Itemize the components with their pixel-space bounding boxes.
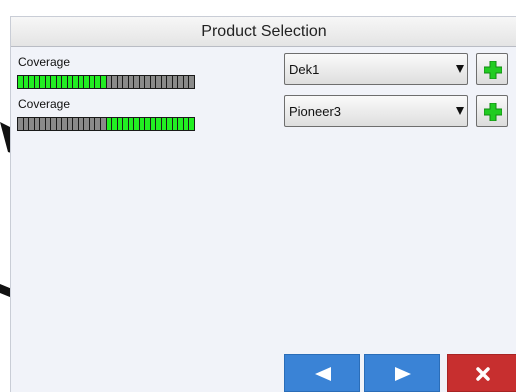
- coverage-segment-off: [67, 118, 73, 130]
- coverage-segment-on: [134, 118, 139, 130]
- next-button[interactable]: [364, 354, 440, 392]
- coverage-segment-off: [89, 118, 95, 130]
- coverage-segment-off: [178, 76, 183, 88]
- add-product-button-1[interactable]: [476, 53, 508, 85]
- x-icon: [476, 367, 490, 381]
- coverage-segment-on: [161, 118, 167, 130]
- plus-icon: [484, 61, 502, 79]
- dialog-title: Product Selection: [11, 17, 516, 47]
- coverage-segment-on: [73, 76, 78, 88]
- coverage-segment-off: [56, 118, 62, 130]
- product-select-2-value: Pioneer3: [289, 104, 342, 119]
- triangle-right-icon: [395, 367, 411, 381]
- coverage-segment-off: [112, 76, 117, 88]
- coverage-segment-on: [100, 76, 106, 88]
- coverage-segment-off: [18, 118, 23, 130]
- coverage-segment-off: [189, 76, 194, 88]
- coverage-segment-on: [178, 118, 183, 130]
- coverage-segment-on: [56, 76, 62, 88]
- coverage-segment-on: [78, 76, 84, 88]
- coverage-segment-on: [62, 76, 67, 88]
- coverage-segment-on: [29, 76, 34, 88]
- coverage-segment-off: [117, 76, 123, 88]
- dropdown-arrow-icon: [456, 107, 464, 115]
- coverage-segment-off: [73, 118, 78, 130]
- coverage-segment-off: [100, 118, 106, 130]
- coverage-segment-on: [106, 118, 112, 130]
- coverage-segment-on: [40, 76, 45, 88]
- coverage-segment-off: [34, 118, 40, 130]
- coverage-segment-on: [172, 118, 178, 130]
- dropdown-arrow-icon: [456, 65, 464, 73]
- coverage-segment-on: [183, 118, 189, 130]
- coverage-segment-off: [45, 118, 51, 130]
- coverage-segment-on: [89, 76, 95, 88]
- coverage-segment-off: [23, 118, 29, 130]
- coverage-segment-off: [139, 76, 145, 88]
- coverage-segment-on: [95, 76, 100, 88]
- plus-icon: [484, 103, 502, 121]
- coverage-segment-on: [18, 76, 23, 88]
- coverage-segment-on: [34, 76, 40, 88]
- coverage-segment-off: [128, 76, 134, 88]
- coverage-bar-1: [17, 75, 195, 89]
- product-select-1-value: Dek1: [289, 62, 320, 77]
- coverage-segment-on: [139, 118, 145, 130]
- previous-button[interactable]: [284, 354, 360, 392]
- coverage-segment-on: [145, 118, 150, 130]
- coverage-segment-off: [95, 118, 100, 130]
- close-button[interactable]: [447, 354, 516, 392]
- coverage-segment-off: [29, 118, 34, 130]
- coverage-segment-off: [106, 76, 112, 88]
- coverage-segment-on: [167, 118, 172, 130]
- coverage-segment-on: [84, 76, 89, 88]
- product-select-1[interactable]: Dek1: [284, 53, 468, 85]
- coverage-segment-off: [150, 76, 156, 88]
- coverage-segment-on: [117, 118, 123, 130]
- coverage-segment-off: [167, 76, 172, 88]
- coverage-segment-on: [189, 118, 194, 130]
- coverage-segment-on: [128, 118, 134, 130]
- coverage-segment-off: [134, 76, 139, 88]
- coverage-segment-on: [150, 118, 156, 130]
- coverage-segment-off: [161, 76, 167, 88]
- product-select-2[interactable]: Pioneer3: [284, 95, 468, 127]
- coverage-segment-off: [51, 118, 56, 130]
- coverage-segment-on: [51, 76, 56, 88]
- coverage-segment-on: [123, 118, 128, 130]
- coverage-segment-on: [23, 76, 29, 88]
- add-product-button-2[interactable]: [476, 95, 508, 127]
- coverage-segment-off: [183, 76, 189, 88]
- coverage-bar-2: [17, 117, 195, 131]
- coverage-label-2: Coverage: [18, 97, 71, 111]
- coverage-segment-off: [123, 76, 128, 88]
- coverage-segment-off: [78, 118, 84, 130]
- coverage-segment-off: [156, 76, 161, 88]
- coverage-segment-on: [112, 118, 117, 130]
- coverage-segment-off: [40, 118, 45, 130]
- triangle-left-icon: [315, 367, 331, 381]
- coverage-segment-off: [172, 76, 178, 88]
- coverage-segment-on: [67, 76, 73, 88]
- coverage-label-1: Coverage: [18, 55, 71, 69]
- coverage-segment-on: [45, 76, 51, 88]
- coverage-segment-off: [62, 118, 67, 130]
- coverage-segment-off: [145, 76, 150, 88]
- product-selection-dialog: Product Selection Coverage Dek1 Coverage…: [10, 16, 516, 392]
- coverage-segment-off: [84, 118, 89, 130]
- coverage-segment-on: [156, 118, 161, 130]
